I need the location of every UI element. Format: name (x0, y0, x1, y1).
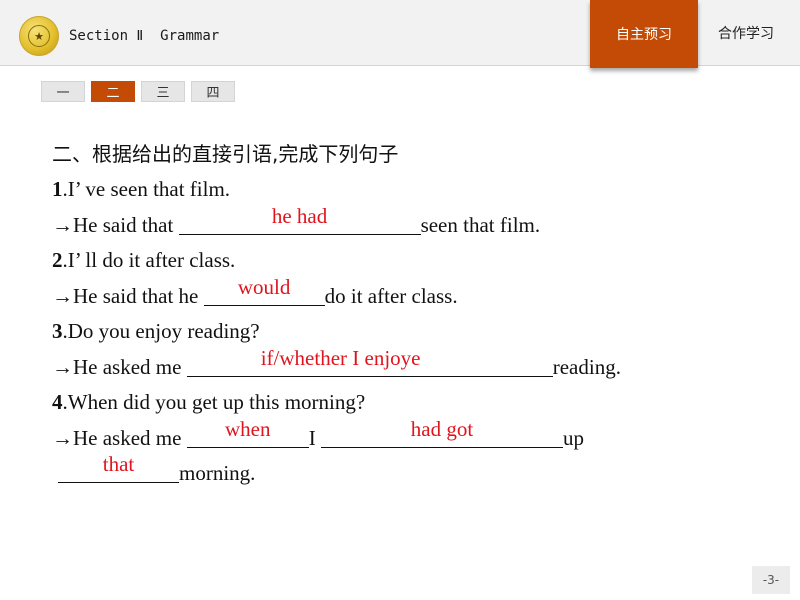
answer-prefix: →He said that he (52, 283, 204, 308)
answer-blank[interactable]: had got (320, 418, 563, 448)
answer-text: would (237, 274, 291, 299)
emblem-glyph: ★ (28, 25, 50, 47)
question-text: .Do you enjoy reading? (62, 319, 260, 343)
answer-text: when (224, 416, 271, 441)
tab-cooperative-learning[interactable]: 合作学习 (698, 0, 794, 66)
question-4: 4.When did you get up this morning? (52, 385, 772, 421)
answer-suffix: reading. (552, 354, 621, 379)
answer-prefix: →He said that (52, 212, 179, 237)
exercise-content: 二、根据给出的直接引语,完成下列句子 1.I’ ve seen that fil… (52, 138, 772, 492)
answer-blank[interactable]: that (58, 454, 179, 483)
exercise-heading: 二、根据给出的直接引语,完成下列句子 (52, 142, 399, 166)
answer-text: that (102, 452, 135, 476)
tab-self-study[interactable]: 自主预习 (590, 0, 698, 68)
question-number: 4 (52, 390, 63, 414)
question-2: 2.I’ ll do it after class. (52, 243, 772, 279)
subtab-4[interactable]: 四 (191, 81, 235, 102)
subtab-1[interactable]: 一 (41, 81, 85, 102)
question-text: .I’ ve seen that film. (62, 177, 231, 201)
answer-text: he had (271, 203, 328, 228)
answer-suffix: morning. (179, 461, 256, 485)
question-text: .I’ ll do it after class. (62, 248, 236, 272)
school-emblem-icon: ★ (19, 16, 59, 56)
answer-suffix: seen that film. (420, 212, 541, 237)
answer-mid: I (308, 425, 321, 450)
answer-line-2: →He said that he would do it after class. (52, 276, 772, 315)
answer-prefix: →He asked me (52, 354, 187, 379)
header-bar: ★ Section Ⅱ Grammar 自主预习 合作学习 (0, 0, 800, 68)
question-text: .When did you get up this morning? (62, 390, 366, 414)
answer-line-4-cont: that morning. (52, 454, 772, 492)
question-number: 1 (52, 177, 63, 201)
answer-prefix: →He asked me (52, 425, 187, 450)
answer-text: had got (410, 416, 474, 441)
question-number: 3 (52, 319, 63, 343)
question-1: 1.I’ ve seen that film. (52, 172, 772, 208)
answer-text: if/whether I enjoye (260, 345, 421, 370)
answer-blank[interactable]: when (186, 418, 309, 448)
answer-line-4: →He asked me when I had got up (52, 418, 772, 457)
subtab-2[interactable]: 二 (91, 81, 135, 102)
question-number: 2 (52, 248, 63, 272)
answer-blank[interactable]: would (203, 276, 325, 306)
subsection-tabs: 一 二 三 四 (41, 81, 235, 102)
answer-suffix: do it after class. (324, 283, 458, 308)
section-title: Section Ⅱ Grammar (69, 28, 220, 44)
subtab-3[interactable]: 三 (141, 81, 185, 102)
answer-line-3: →He asked me if/whether I enjoye reading. (52, 347, 772, 386)
answer-blank[interactable]: he had (178, 205, 421, 235)
answer-suffix: up (562, 425, 584, 450)
question-3: 3.Do you enjoy reading? (52, 314, 772, 350)
answer-blank[interactable]: if/whether I enjoye (186, 347, 553, 377)
answer-line-1: →He said that he had seen that film. (52, 205, 772, 244)
page-number: -3- (752, 566, 790, 594)
